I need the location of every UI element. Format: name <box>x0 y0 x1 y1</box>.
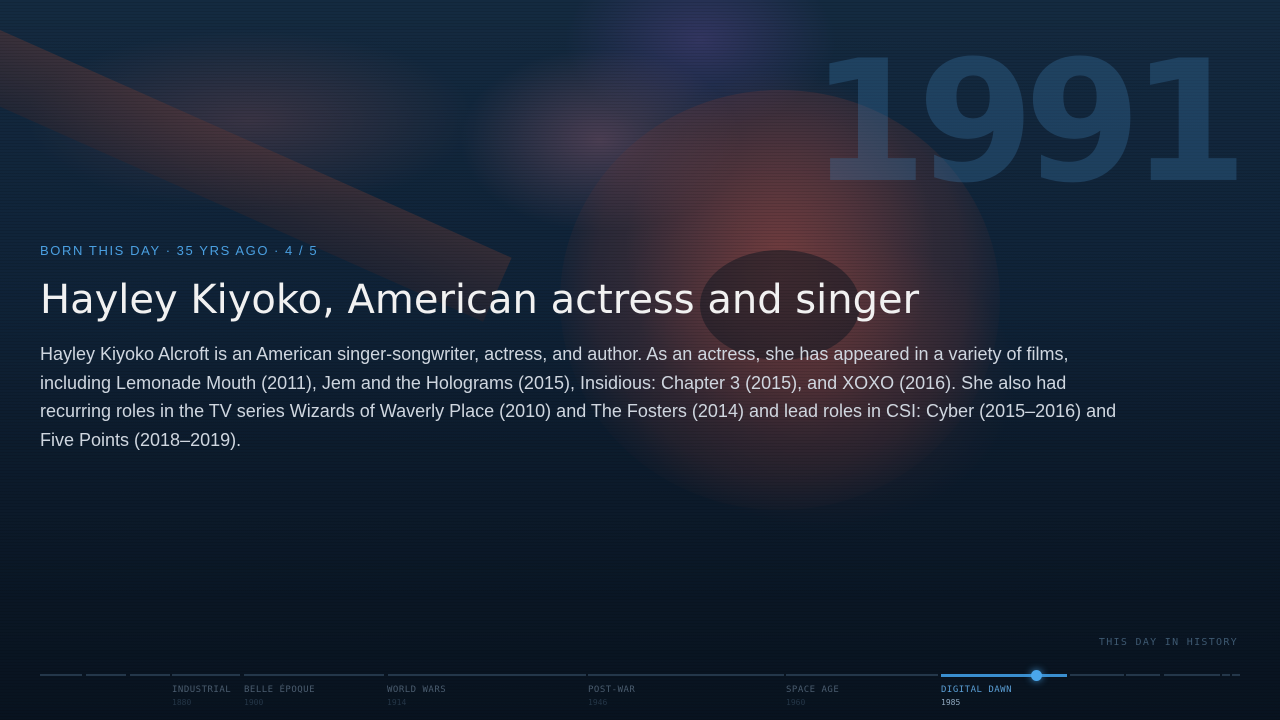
event-kind: BORN THIS DAY <box>40 243 161 258</box>
era-name: INDUSTRIAL <box>172 685 232 695</box>
event-position: 4 / 5 <box>284 243 319 258</box>
era-name: DIGITAL DAWN <box>941 685 1013 695</box>
era-post-war[interactable]: POST-WAR 1946 <box>588 685 635 707</box>
timeline-segment[interactable] <box>1232 674 1240 676</box>
timeline-segment[interactable] <box>172 674 240 676</box>
era-year: 1900 <box>244 698 264 707</box>
era-year: 1914 <box>387 698 407 707</box>
era-year: 1946 <box>588 698 608 707</box>
era-timeline[interactable]: INDUSTRIAL 1880 BELLE ÉPOQUE 1900 WORLD … <box>40 670 1240 720</box>
separator: · <box>274 243 280 258</box>
era-space-age[interactable]: SPACE AGE 1960 <box>786 685 839 707</box>
timeline-segment[interactable] <box>1164 674 1220 676</box>
era-name: SPACE AGE <box>786 685 840 695</box>
timeline-segment[interactable] <box>786 674 938 676</box>
timeline-segment[interactable] <box>388 674 586 676</box>
era-digital-dawn[interactable]: DIGITAL DAWN 1985 <box>941 685 1012 707</box>
event-description: Hayley Kiyoko Alcroft is an American sin… <box>40 344 1117 451</box>
era-name: POST-WAR <box>588 685 636 695</box>
event-eyebrow: BORN THIS DAY · 35 YRS AGO · 4 / 5 <box>40 243 1140 258</box>
era-year: 1985 <box>941 698 961 707</box>
timeline-segment[interactable] <box>1070 674 1124 676</box>
era-industrial[interactable]: INDUSTRIAL 1880 <box>172 685 231 707</box>
timeline-segment[interactable] <box>86 674 126 676</box>
timeline-segment[interactable] <box>244 674 384 676</box>
era-name: WORLD WARS <box>387 685 447 695</box>
timeline-segment[interactable] <box>588 674 784 676</box>
timeline-segment[interactable] <box>130 674 170 676</box>
timeline-segment[interactable] <box>40 674 82 676</box>
event-content: BORN THIS DAY · 35 YRS AGO · 4 / 5 Hayley Ki… <box>40 243 1140 455</box>
era-world-wars[interactable]: WORLD WARS 1914 <box>387 685 446 707</box>
era-year: 1880 <box>172 698 192 707</box>
timeline-segment[interactable] <box>1222 674 1230 676</box>
brand-label: THIS DAY IN HISTORY <box>1098 637 1238 648</box>
event-age: 35 YRS AGO <box>176 243 270 258</box>
event-title: Hayley Kiyoko, American actress and sing… <box>40 277 920 323</box>
era-belle-epoque[interactable]: BELLE ÉPOQUE 1900 <box>244 685 315 707</box>
timeline-current-marker[interactable] <box>1031 670 1042 681</box>
era-name: BELLE ÉPOQUE <box>244 685 316 695</box>
timeline-segment-active[interactable] <box>941 674 1067 677</box>
timeline-track[interactable] <box>40 670 1240 681</box>
era-year: 1960 <box>786 698 806 707</box>
year-display: 1991 <box>810 24 1248 220</box>
timeline-segment[interactable] <box>1126 674 1160 676</box>
separator: · <box>165 243 172 258</box>
